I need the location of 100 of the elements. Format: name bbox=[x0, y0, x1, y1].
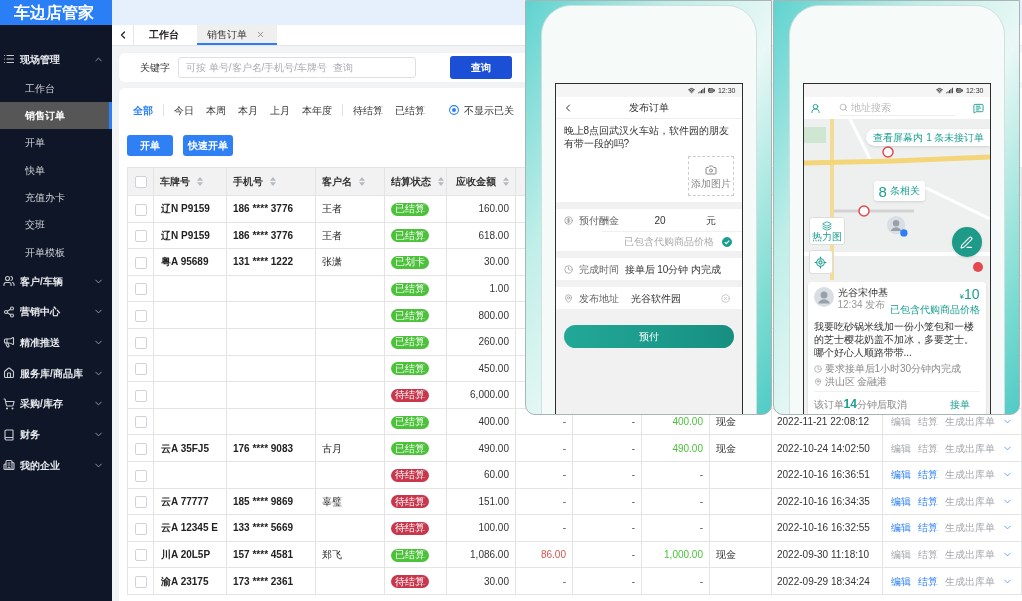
filter-tab[interactable]: 待结算 bbox=[353, 102, 383, 118]
nav-item[interactable]: 快单 bbox=[0, 156, 112, 184]
user-icon[interactable] bbox=[809, 102, 821, 114]
search-input[interactable]: 地址搜索 bbox=[850, 100, 955, 115]
select-all-checkbox[interactable] bbox=[134, 176, 147, 189]
nav-item[interactable]: 工作台 bbox=[0, 74, 112, 102]
nav-item[interactable]: 开单模板 bbox=[0, 238, 112, 266]
row-checkbox[interactable] bbox=[134, 549, 147, 562]
search-button[interactable]: 查询 bbox=[450, 56, 512, 79]
action-link[interactable]: 编辑 bbox=[891, 467, 911, 483]
notice-button[interactable]: 查看屏幕内 1 条未接订单 bbox=[866, 129, 990, 146]
filter-tab[interactable]: 本周 bbox=[206, 102, 226, 118]
pay-button[interactable]: 预付 bbox=[563, 325, 734, 348]
table-cell: 1,000.00 bbox=[641, 541, 710, 568]
nav-group[interactable]: 财务 bbox=[0, 419, 112, 450]
new-order-button[interactable]: 开单 bbox=[127, 135, 173, 156]
action-link[interactable]: 结算 bbox=[918, 467, 938, 483]
filter-tab[interactable]: 全部 bbox=[133, 102, 153, 118]
row-checkbox[interactable] bbox=[134, 443, 147, 455]
signal-icon bbox=[697, 87, 705, 94]
row-checkbox[interactable] bbox=[134, 469, 147, 482]
row-checkbox[interactable] bbox=[134, 389, 147, 402]
row-checkbox[interactable] bbox=[134, 416, 147, 429]
tab[interactable]: 工作台 bbox=[134, 25, 197, 45]
table-cell: 2022-10-16 16:34:35 bbox=[771, 488, 883, 515]
filter-tab[interactable]: 今日 bbox=[174, 102, 194, 118]
row-checkbox[interactable] bbox=[134, 283, 147, 296]
table-cell: 157 **** 4581 bbox=[226, 541, 316, 568]
keyword-field[interactable]: 可按 单号/客户名/手机号/车牌号 查询 bbox=[178, 57, 416, 78]
table-cell: 王者 bbox=[315, 195, 385, 223]
status-tag: 待结算 bbox=[391, 575, 429, 589]
action-link[interactable]: 结算 bbox=[918, 493, 938, 509]
action-link[interactable]: 结算 bbox=[918, 520, 938, 536]
sort-icon bbox=[438, 177, 444, 186]
status-tag: 待结算 bbox=[391, 468, 429, 482]
accept-button[interactable]: 接单 bbox=[949, 396, 970, 412]
heatmap-button[interactable]: 热力图 bbox=[808, 217, 845, 245]
table-cell: - bbox=[641, 488, 710, 515]
filter-tab[interactable]: 上月 bbox=[270, 102, 290, 118]
clear-icon[interactable] bbox=[720, 293, 730, 303]
table-cell: 辽N P9159 bbox=[153, 222, 227, 249]
action-link[interactable]: 编辑 bbox=[891, 573, 911, 589]
nav-group[interactable]: 现场管理 bbox=[0, 44, 112, 75]
action-link[interactable]: 编辑 bbox=[891, 493, 911, 509]
nav-group[interactable]: 精准推送 bbox=[0, 327, 112, 358]
row-checkbox[interactable] bbox=[134, 575, 147, 588]
filter-tab[interactable]: 本年度 bbox=[302, 102, 332, 118]
status-tag: 已结算 bbox=[391, 202, 429, 216]
camera-icon bbox=[704, 163, 717, 176]
table-cell: 辜璧 bbox=[315, 488, 385, 515]
status-tag: 待结算 bbox=[391, 521, 429, 535]
table-cell: - bbox=[572, 514, 642, 542]
row-checkbox[interactable] bbox=[134, 336, 147, 349]
table-cell: 30.00 bbox=[446, 248, 516, 276]
locate-icon bbox=[814, 255, 827, 269]
nav-group[interactable]: 营销中心 bbox=[0, 296, 112, 328]
nav-group[interactable]: 客户/车辆 bbox=[0, 265, 112, 297]
nav-group[interactable]: 我的企业 bbox=[0, 449, 112, 481]
table-cell: 86.00 bbox=[515, 541, 573, 568]
row-checkbox[interactable] bbox=[134, 363, 147, 376]
close-icon[interactable] bbox=[256, 29, 265, 39]
action-link[interactable]: 编辑 bbox=[891, 520, 911, 536]
table-cell: 渝A 23175 bbox=[153, 567, 227, 595]
nav-item[interactable]: 开单 bbox=[0, 129, 112, 157]
add-photo-button[interactable]: 添加图片 bbox=[687, 156, 734, 196]
avatar-icon bbox=[813, 287, 834, 307]
locate-button[interactable] bbox=[808, 250, 833, 274]
tab[interactable]: 销售订单 bbox=[197, 25, 277, 45]
row-checkbox[interactable] bbox=[134, 310, 147, 323]
quick-order-button[interactable]: 快速开单 bbox=[183, 135, 233, 156]
nav-group[interactable]: 采购/库存 bbox=[0, 388, 112, 420]
filter-tab[interactable]: 本月 bbox=[238, 102, 258, 118]
row-checkbox[interactable] bbox=[134, 256, 147, 269]
radio-option[interactable]: 不显示已关 bbox=[449, 102, 514, 118]
nav-item[interactable]: 充值办卡 bbox=[0, 183, 112, 212]
row-checkbox[interactable] bbox=[134, 230, 147, 243]
row-checkbox[interactable] bbox=[134, 496, 147, 509]
cart-icon bbox=[3, 397, 15, 410]
order-description: 我要吃砂锅米线加一份小笼包和一楼的芝士樱花奶盖不加冰，多要芝士。哪个好心人顺路带带... bbox=[813, 320, 975, 359]
nav-group[interactable]: 服务库/商品库 bbox=[0, 357, 112, 389]
location-pin-icon bbox=[563, 293, 573, 303]
nav-item[interactable]: 交班 bbox=[0, 211, 112, 239]
search-field[interactable]: 地址搜索 bbox=[838, 100, 955, 116]
field-label: 预付酬金 bbox=[578, 213, 619, 228]
table-cell: 2022-09-30 11:18:10 bbox=[771, 541, 883, 568]
clock-icon bbox=[563, 264, 573, 274]
filter-tab[interactable]: 已结算 bbox=[395, 102, 425, 118]
screen-title: 发布订单 bbox=[627, 101, 670, 115]
table-cell: 现金 bbox=[709, 434, 772, 462]
status-tag: 已结算 bbox=[391, 442, 429, 456]
row-checkbox[interactable] bbox=[134, 203, 147, 216]
action-link[interactable]: 结算 bbox=[918, 573, 938, 589]
nav-item[interactable]: 销售订单 bbox=[0, 102, 112, 130]
field-value: 接单后 10分钟 内完成 bbox=[624, 262, 722, 277]
table-cell: 100.00 bbox=[446, 514, 516, 542]
row-checkbox[interactable] bbox=[134, 522, 147, 535]
message-icon[interactable] bbox=[972, 102, 984, 114]
table-cell: 辽N P9159 bbox=[153, 195, 227, 223]
table-cell: 2022-09-29 18:34:24 bbox=[771, 567, 883, 595]
sort-icon bbox=[503, 177, 509, 186]
